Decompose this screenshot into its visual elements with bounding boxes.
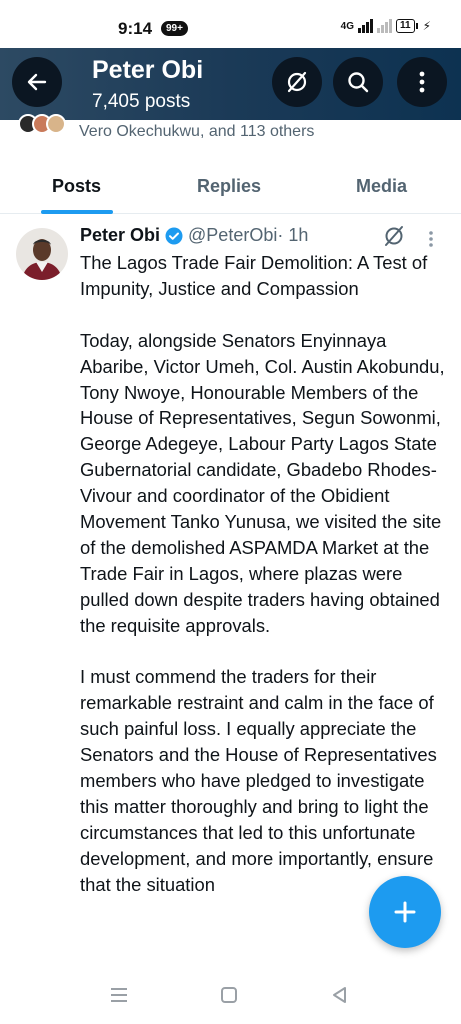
tab-posts[interactable]: Posts [52, 176, 101, 197]
tweet[interactable]: Peter Obi @PeterObi · 1h The Lagos Trade… [0, 214, 461, 974]
status-icons: 4G 11 ⚡ [341, 19, 431, 33]
grok-icon [287, 71, 307, 93]
tweet-paragraph: The Lagos Trade Fair Demolition: A Test … [80, 252, 428, 299]
tweet-paragraph: I must commend the traders for their rem… [80, 666, 437, 895]
tweet-text: The Lagos Trade Fair Demolition: A Test … [80, 250, 452, 924]
signal-icon [357, 19, 373, 33]
status-time: 9:14 [118, 19, 153, 38]
post-count: 7,405 posts [92, 91, 191, 112]
back-icon [333, 987, 346, 1003]
search-icon [348, 72, 369, 93]
followers-you-know[interactable]: Vero Okechukwu, and 113 others [0, 114, 461, 152]
grok-button[interactable] [272, 57, 322, 107]
back-arrow-icon [27, 73, 47, 91]
avatar-image [16, 228, 68, 280]
tab-replies[interactable]: Replies [197, 176, 261, 197]
grok-icon [385, 226, 403, 246]
plus-icon [394, 901, 416, 923]
status-bar: 9:14 99+ 4G 11 ⚡ [0, 0, 461, 48]
tweet-grok-button[interactable] [382, 224, 406, 253]
notification-badge: 99+ [161, 21, 188, 36]
home-icon [221, 987, 237, 1003]
back-nav-button[interactable] [331, 986, 349, 1009]
avatar[interactable] [16, 228, 68, 280]
page-title: Peter Obi [92, 56, 204, 84]
tweet-timestamp[interactable]: · 1h [277, 225, 308, 246]
author-name[interactable]: Peter Obi [80, 225, 160, 246]
tweet-paragraph: Today, alongside Senators Enyinnaya Abar… [80, 329, 445, 636]
search-button[interactable] [333, 57, 383, 107]
follower-avatars [18, 114, 74, 136]
more-vertical-icon [429, 231, 433, 247]
charging-icon: ⚡ [422, 19, 431, 33]
signal-secondary-icon [376, 19, 392, 33]
back-button[interactable] [12, 57, 62, 107]
home-button[interactable] [220, 986, 238, 1009]
recents-button[interactable] [109, 986, 129, 1009]
verified-badge-icon [165, 227, 183, 245]
tweet-header: Peter Obi @PeterObi · 1h [80, 225, 308, 246]
compose-button[interactable] [369, 876, 441, 948]
more-vertical-icon [419, 71, 425, 93]
author-handle[interactable]: @PeterObi [188, 225, 277, 246]
profile-header: Peter Obi 7,405 posts [0, 48, 461, 120]
battery-icon: 11 [395, 19, 418, 33]
system-nav-bar [0, 968, 461, 1024]
tab-media[interactable]: Media [356, 176, 407, 197]
followers-you-know-text: Vero Okechukwu, and 113 others [79, 123, 315, 140]
network-type: 4G [340, 20, 354, 32]
recents-icon [111, 988, 127, 1002]
profile-tabs: Posts Replies Media [0, 160, 461, 214]
more-options-button[interactable] [397, 57, 447, 107]
